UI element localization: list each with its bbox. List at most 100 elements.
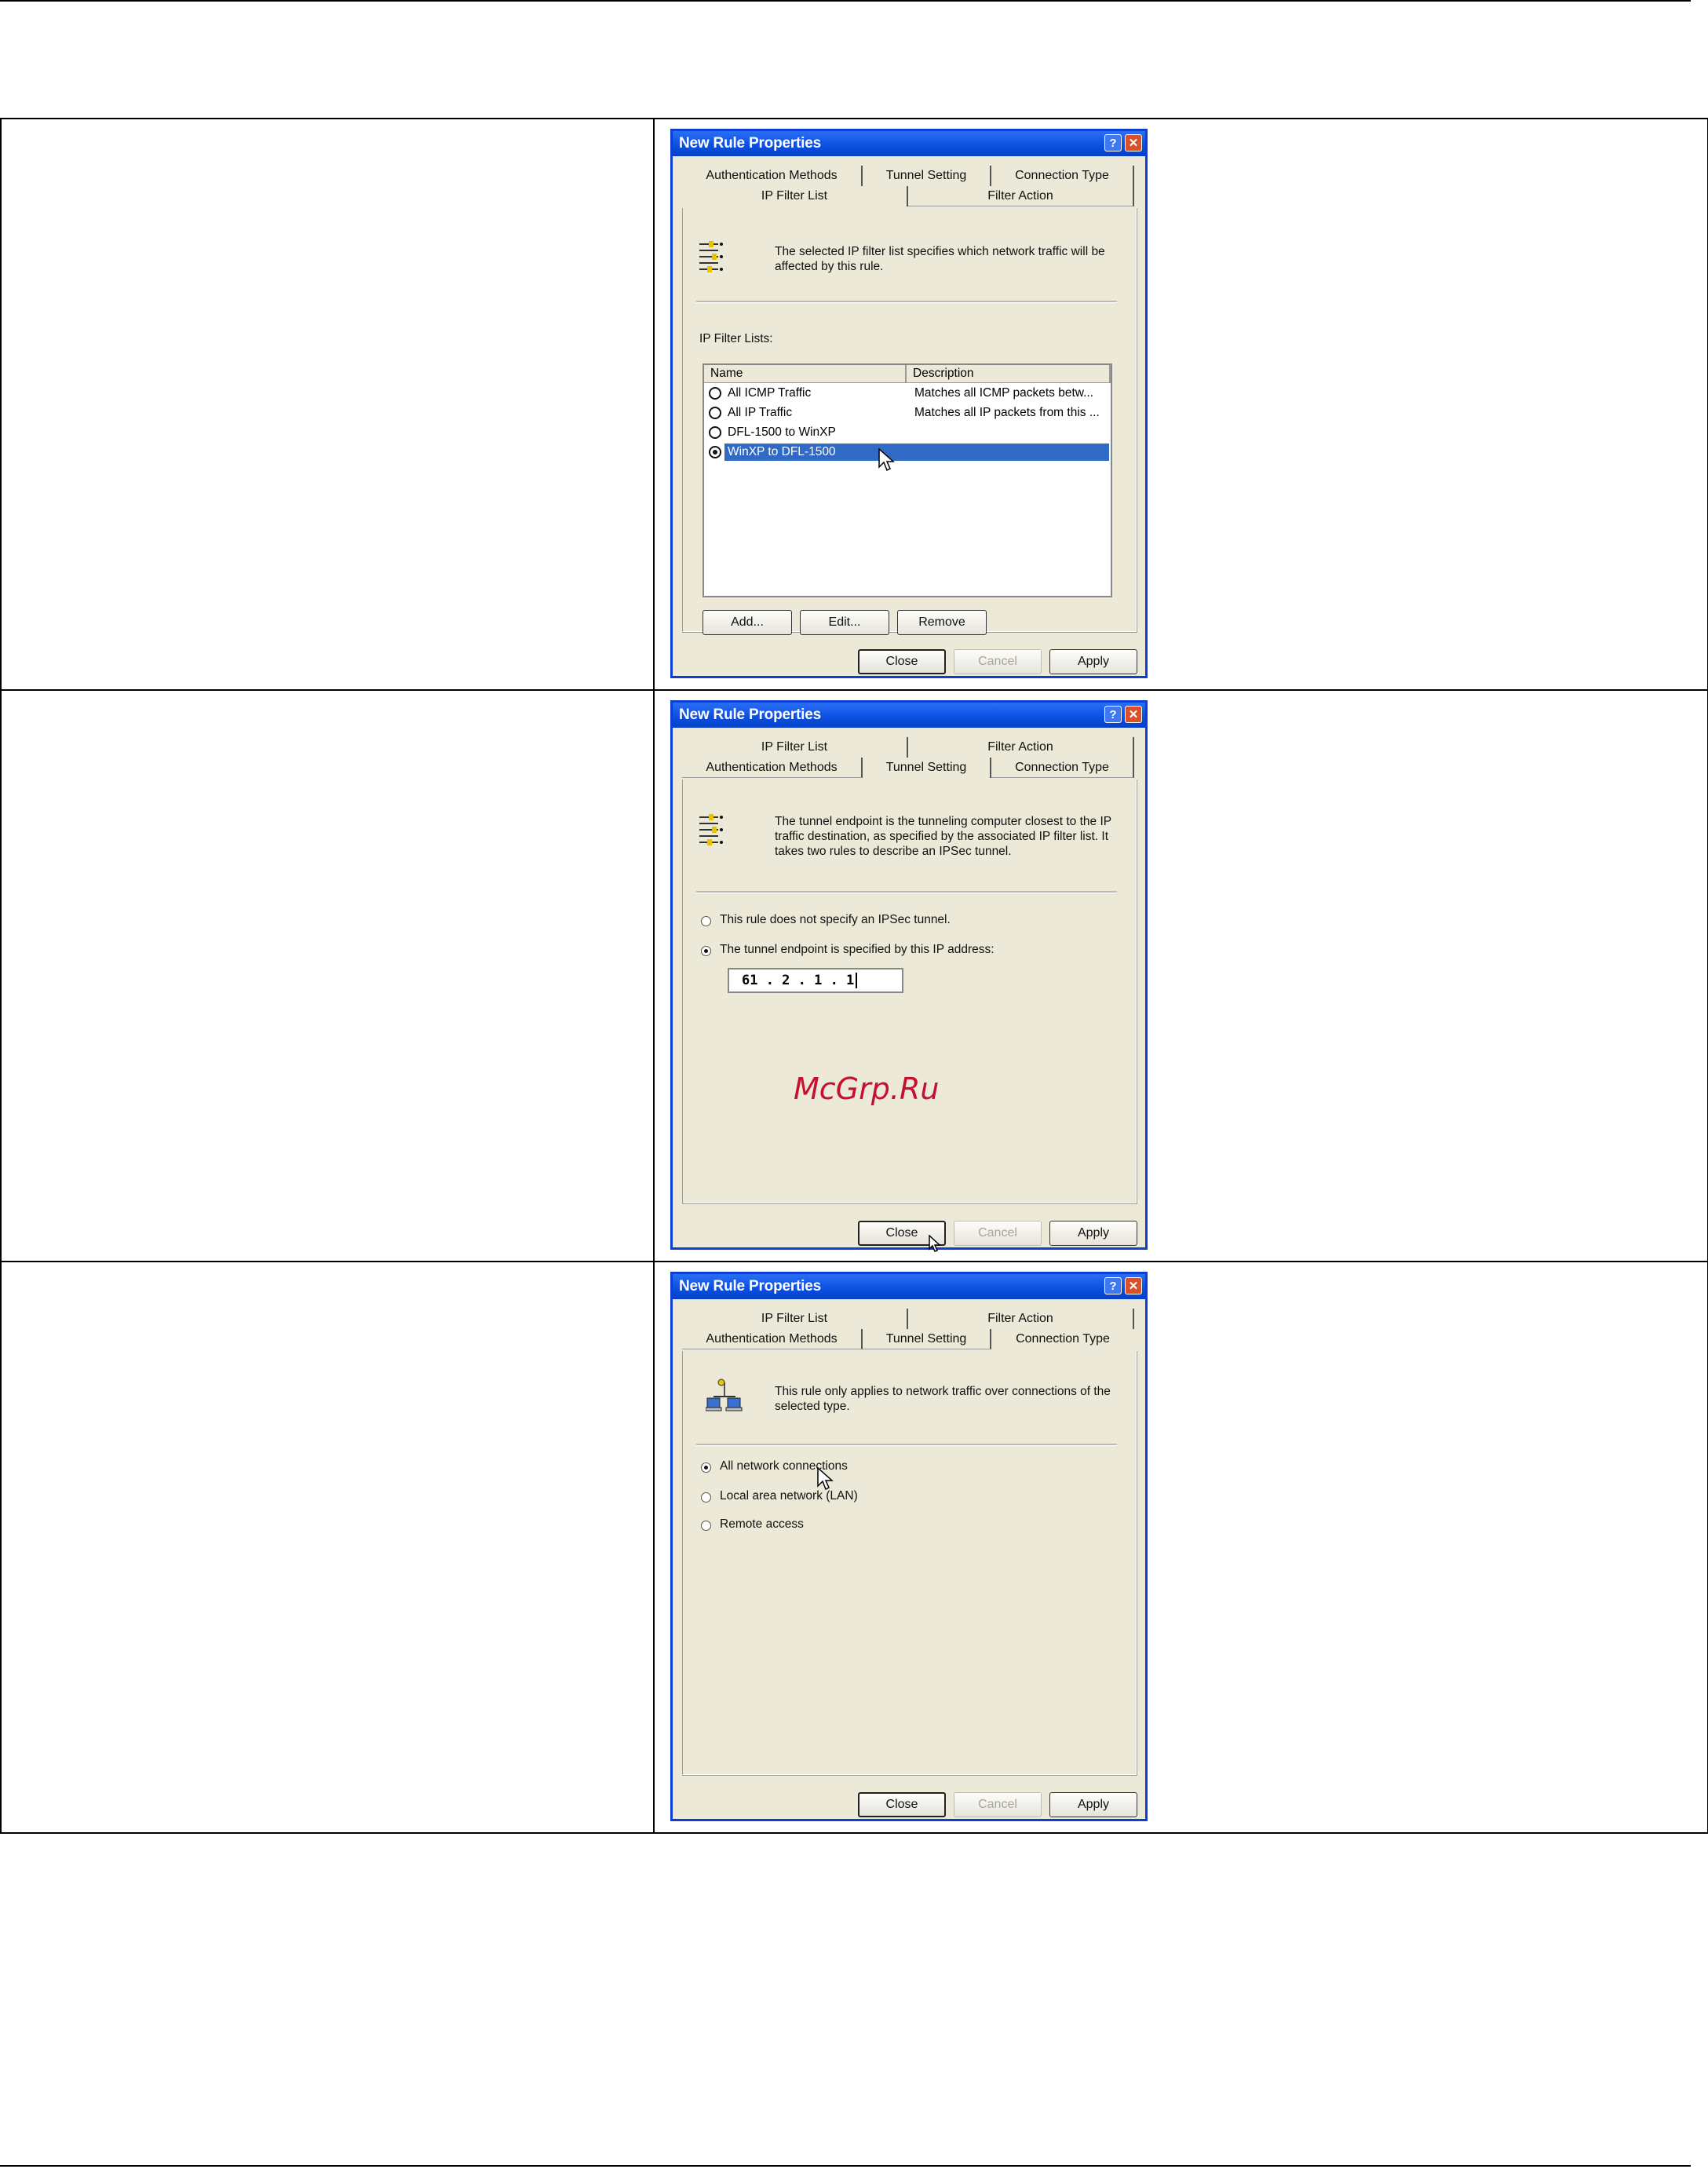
cancel-button: Cancel [954,1792,1042,1817]
tab-row-front: IP Filter List Filter Action [682,186,1136,206]
tab-filter-action[interactable]: Filter Action [908,1309,1134,1329]
table-cell-left [0,1261,655,1834]
description-text: The selected IP filter list specifies wh… [775,245,1105,273]
list-radio[interactable] [709,426,721,439]
separator [696,1444,1117,1446]
list-item[interactable]: DFL-1500 to WinXP [704,423,1111,442]
tab-filter-action[interactable]: Filter Action [908,737,1134,758]
title-bar: New Rule Properties ? ✕ [673,131,1145,156]
tab-ip-filter-list[interactable]: IP Filter List [682,186,908,206]
list-item-description: Matches all IP packets from this ... [914,406,1100,419]
tab-row-back: IP Filter List Filter Action [682,737,1136,758]
cancel-button: Cancel [954,1221,1042,1246]
question-icon: ? [1109,1279,1117,1293]
dialog-title: New Rule Properties [679,707,821,723]
radio-no-tunnel-label: This rule does not specify an IPSec tunn… [720,913,951,926]
table-cell-right: New Rule Properties ? ✕ IP Filter List F… [653,689,1708,1262]
tab-tunnel-setting[interactable]: Tunnel Setting [863,166,991,186]
close-icon: ✕ [1128,137,1139,150]
tab-authentication-methods[interactable]: Authentication Methods [682,1329,863,1349]
dialog-ip-filter-list: New Rule Properties ? ✕ Authentication M… [670,129,1148,678]
tab-row-back: Authentication Methods Tunnel Setting Co… [682,166,1136,186]
ip-filter-lists-label: IP Filter Lists: [699,332,773,345]
description-text: The tunnel endpoint is the tunneling com… [775,815,1111,858]
mouse-pointer-icon [817,1467,834,1491]
dialog-tunnel-setting: New Rule Properties ? ✕ IP Filter List F… [670,700,1148,1252]
add-button[interactable]: Add... [703,610,792,635]
separator [696,891,1117,893]
radio-remote-access[interactable] [701,1521,711,1531]
table-cell-left [0,689,655,1262]
list-item-description: Matches all ICMP packets betw... [914,386,1094,400]
apply-button[interactable]: Apply [1049,1792,1137,1817]
table-cell-left [0,118,655,691]
column-header-name[interactable]: Name [704,365,907,382]
tab-tunnel-setting[interactable]: Tunnel Setting [863,1329,991,1349]
help-button[interactable]: ? [1104,1277,1122,1294]
ip-filter-list[interactable]: Name Description All ICMP Traffic Matche… [703,363,1112,597]
table-cell-right: New Rule Properties ? ✕ IP Filter List F… [653,1261,1708,1834]
apply-button[interactable]: Apply [1049,1221,1137,1246]
help-button[interactable]: ? [1104,134,1122,152]
bottom-rule [0,2165,1691,2167]
tab-row-front: Authentication Methods Tunnel Setting Co… [682,758,1136,778]
tab-authentication-methods[interactable]: Authentication Methods [682,166,863,186]
mouse-pointer-icon [878,448,895,472]
tab-filter-action[interactable]: Filter Action [908,186,1134,206]
radio-all-network-connections[interactable] [701,1462,711,1473]
dialog-connection-type: New Rule Properties ? ✕ IP Filter List F… [670,1272,1148,1821]
watermark-text: McGrp.Ru [794,1072,940,1106]
list-radio[interactable] [709,387,721,400]
list-item-name: DFL-1500 to WinXP [728,425,836,439]
list-item[interactable]: All IP Traffic Matches all IP packets fr… [704,403,1111,422]
tab-connection-type[interactable]: Connection Type [991,1329,1134,1349]
tab-connection-type[interactable]: Connection Type [991,166,1134,186]
close-window-button[interactable]: ✕ [1125,706,1142,723]
edit-button[interactable]: Edit... [800,610,889,635]
ip-address-input[interactable]: 61 . 2 . 1 . 1 [728,968,903,993]
list-radio-selected[interactable] [709,446,721,458]
tab-row-back: IP Filter List Filter Action [682,1309,1136,1329]
tab-ip-filter-list[interactable]: IP Filter List [682,737,908,758]
tab-connection-type[interactable]: Connection Type [991,758,1134,778]
tab-ip-filter-list[interactable]: IP Filter List [682,1309,908,1329]
list-item-selected[interactable]: WinXP to DFL-1500 [704,443,1111,462]
text-caret [856,973,858,988]
separator [696,301,1117,303]
filter-list-icon [699,814,723,845]
close-button[interactable]: Close [858,649,946,674]
ip-address-value: 61 . 2 . 1 . 1 [742,973,855,988]
radio-no-tunnel[interactable] [701,916,711,926]
question-icon: ? [1109,136,1117,150]
list-item[interactable]: All ICMP Traffic Matches all ICMP packet… [704,384,1111,403]
network-connection-icon [706,1378,743,1411]
list-radio[interactable] [709,407,721,419]
close-window-button[interactable]: ✕ [1125,134,1142,152]
radio-local-area-network[interactable] [701,1492,711,1503]
question-icon: ? [1109,707,1117,721]
radio-remote-access-label: Remote access [720,1517,804,1531]
tab-panel [682,1351,1137,1776]
radio-tunnel-endpoint[interactable] [701,946,711,956]
close-icon: ✕ [1128,1280,1139,1293]
cancel-button: Cancel [954,649,1042,674]
apply-button[interactable]: Apply [1049,649,1137,674]
remove-button[interactable]: Remove [897,610,987,635]
title-bar: New Rule Properties ? ✕ [673,703,1145,728]
close-icon: ✕ [1128,708,1139,721]
radio-tunnel-endpoint-label: The tunnel endpoint is specified by this… [720,943,995,956]
close-window-button[interactable]: ✕ [1125,1277,1142,1294]
list-header: Name Description [704,365,1111,383]
screenshot-table: New Rule Properties ? ✕ Authentication M… [0,118,1708,1834]
filter-list-icon [699,241,723,272]
list-item-name: All IP Traffic [728,406,793,419]
table-cell-right: New Rule Properties ? ✕ Authentication M… [653,118,1708,691]
tab-tunnel-setting[interactable]: Tunnel Setting [863,758,991,778]
description-text: This rule only applies to network traffi… [775,1385,1111,1413]
list-item-name: WinXP to DFL-1500 [724,444,1109,461]
tab-authentication-methods[interactable]: Authentication Methods [682,758,863,778]
column-header-description[interactable]: Description [907,365,1111,382]
title-bar: New Rule Properties ? ✕ [673,1274,1145,1299]
close-button[interactable]: Close [858,1792,946,1817]
help-button[interactable]: ? [1104,706,1122,723]
